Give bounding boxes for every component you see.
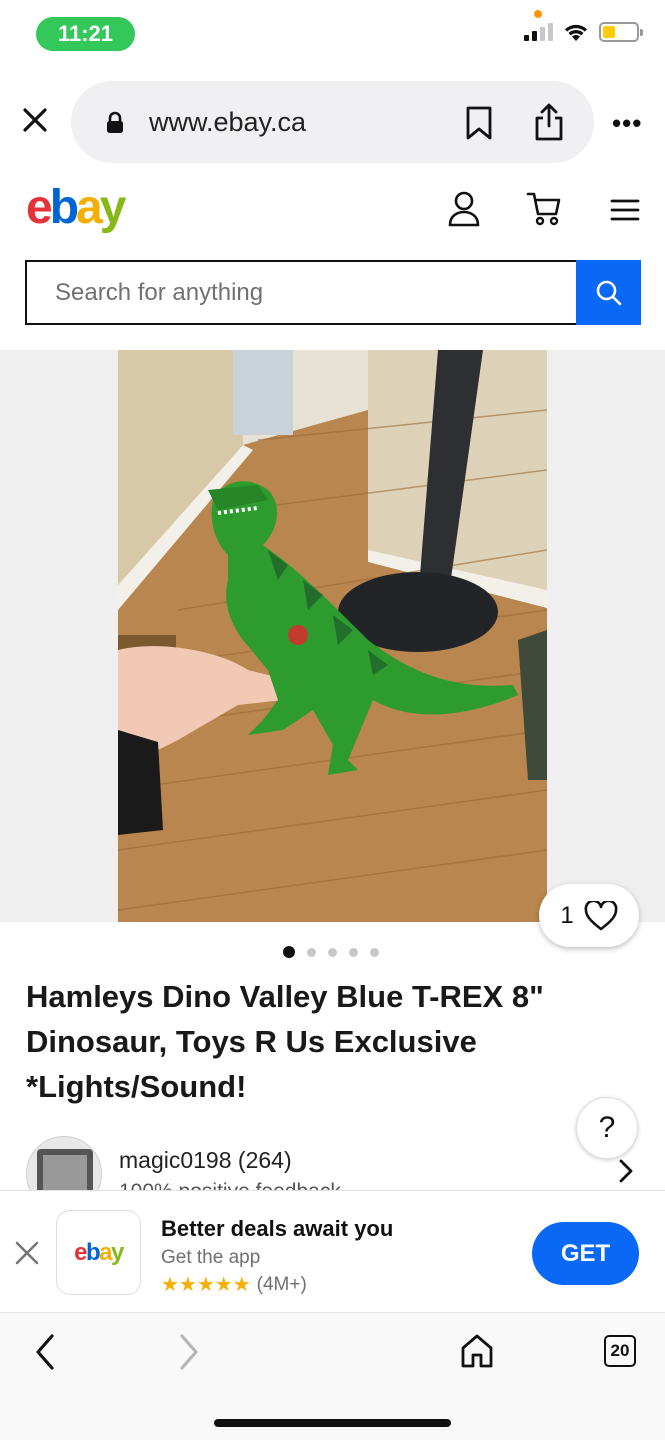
lock-icon <box>107 111 123 133</box>
app-rating: ★★★★★ (4M+) <box>161 1272 307 1297</box>
url-field[interactable]: www.ebay.ca <box>71 81 594 163</box>
status-indicators <box>524 22 643 42</box>
status-time: 11:21 <box>36 17 135 51</box>
pagination-dot-3[interactable] <box>328 947 337 957</box>
pagination-dot-5[interactable] <box>370 947 379 957</box>
close-icon <box>23 108 47 132</box>
battery-icon <box>599 22 643 42</box>
more-options-button[interactable]: ••• <box>612 108 642 139</box>
chevron-right-icon <box>619 1159 633 1183</box>
privacy-indicator-dot <box>534 10 542 18</box>
user-icon[interactable] <box>447 190 481 228</box>
watch-count: 1 <box>560 901 574 929</box>
get-app-button[interactable]: GET <box>532 1222 639 1285</box>
search-button[interactable] <box>576 260 641 325</box>
app-install-banner: ebay Better deals await you Get the app … <box>0 1190 665 1312</box>
close-banner-icon[interactable] <box>14 1240 40 1266</box>
star-rating-icon: ★★★★★ <box>161 1274 251 1296</box>
pagination-dot-1[interactable] <box>283 946 295 958</box>
search-icon <box>596 280 621 305</box>
status-bar: 11:21 <box>0 0 665 70</box>
tabs-button[interactable]: 20 <box>604 1335 636 1367</box>
home-indicator <box>214 1419 451 1427</box>
browser-address-bar: www.ebay.ca ••• <box>0 78 665 168</box>
ebay-logo[interactable]: ebay <box>26 180 126 236</box>
image-gallery[interactable] <box>0 350 665 922</box>
watch-button[interactable]: 1 <box>539 884 639 947</box>
heart-icon <box>584 900 618 930</box>
image-pagination <box>283 946 379 958</box>
search-input[interactable] <box>25 260 578 325</box>
ebay-app-logo: ebay <box>56 1210 141 1295</box>
cellular-signal-icon <box>524 23 553 41</box>
close-tab-button[interactable] <box>18 103 52 137</box>
pagination-dot-2[interactable] <box>307 947 316 957</box>
help-button[interactable]: ? <box>576 1097 638 1159</box>
site-header: ebay <box>0 178 665 248</box>
banner-subtitle: Get the app <box>161 1247 261 1268</box>
product-photo[interactable] <box>118 350 547 922</box>
product-photo-illustration <box>118 350 547 922</box>
seller-name: magic0198 (264) <box>119 1147 292 1173</box>
banner-title: Better deals await you <box>161 1216 394 1241</box>
url-text: www.ebay.ca <box>149 107 307 137</box>
wifi-icon <box>565 24 587 41</box>
forward-arrow-icon[interactable] <box>178 1333 200 1371</box>
rating-count: (4M+) <box>256 1273 307 1295</box>
search-bar <box>25 260 641 325</box>
share-icon[interactable] <box>533 102 565 142</box>
menu-icon[interactable] <box>610 198 640 222</box>
cart-icon[interactable] <box>526 190 562 228</box>
seller-feedback: 100% positive feedback <box>119 1180 341 1190</box>
listing-title: Hamleys Dino Valley Blue T-REX 8" Dinosa… <box>26 979 544 1104</box>
pagination-dot-4[interactable] <box>349 947 358 957</box>
browser-toolbar: 20 <box>0 1312 665 1440</box>
seller-info[interactable]: magic0198 (264) 100% positive feedback <box>0 1134 665 1190</box>
home-icon[interactable] <box>460 1333 494 1369</box>
back-arrow-icon[interactable] <box>34 1333 56 1371</box>
bookmark-icon[interactable] <box>464 105 494 141</box>
seller-avatar <box>26 1136 102 1190</box>
